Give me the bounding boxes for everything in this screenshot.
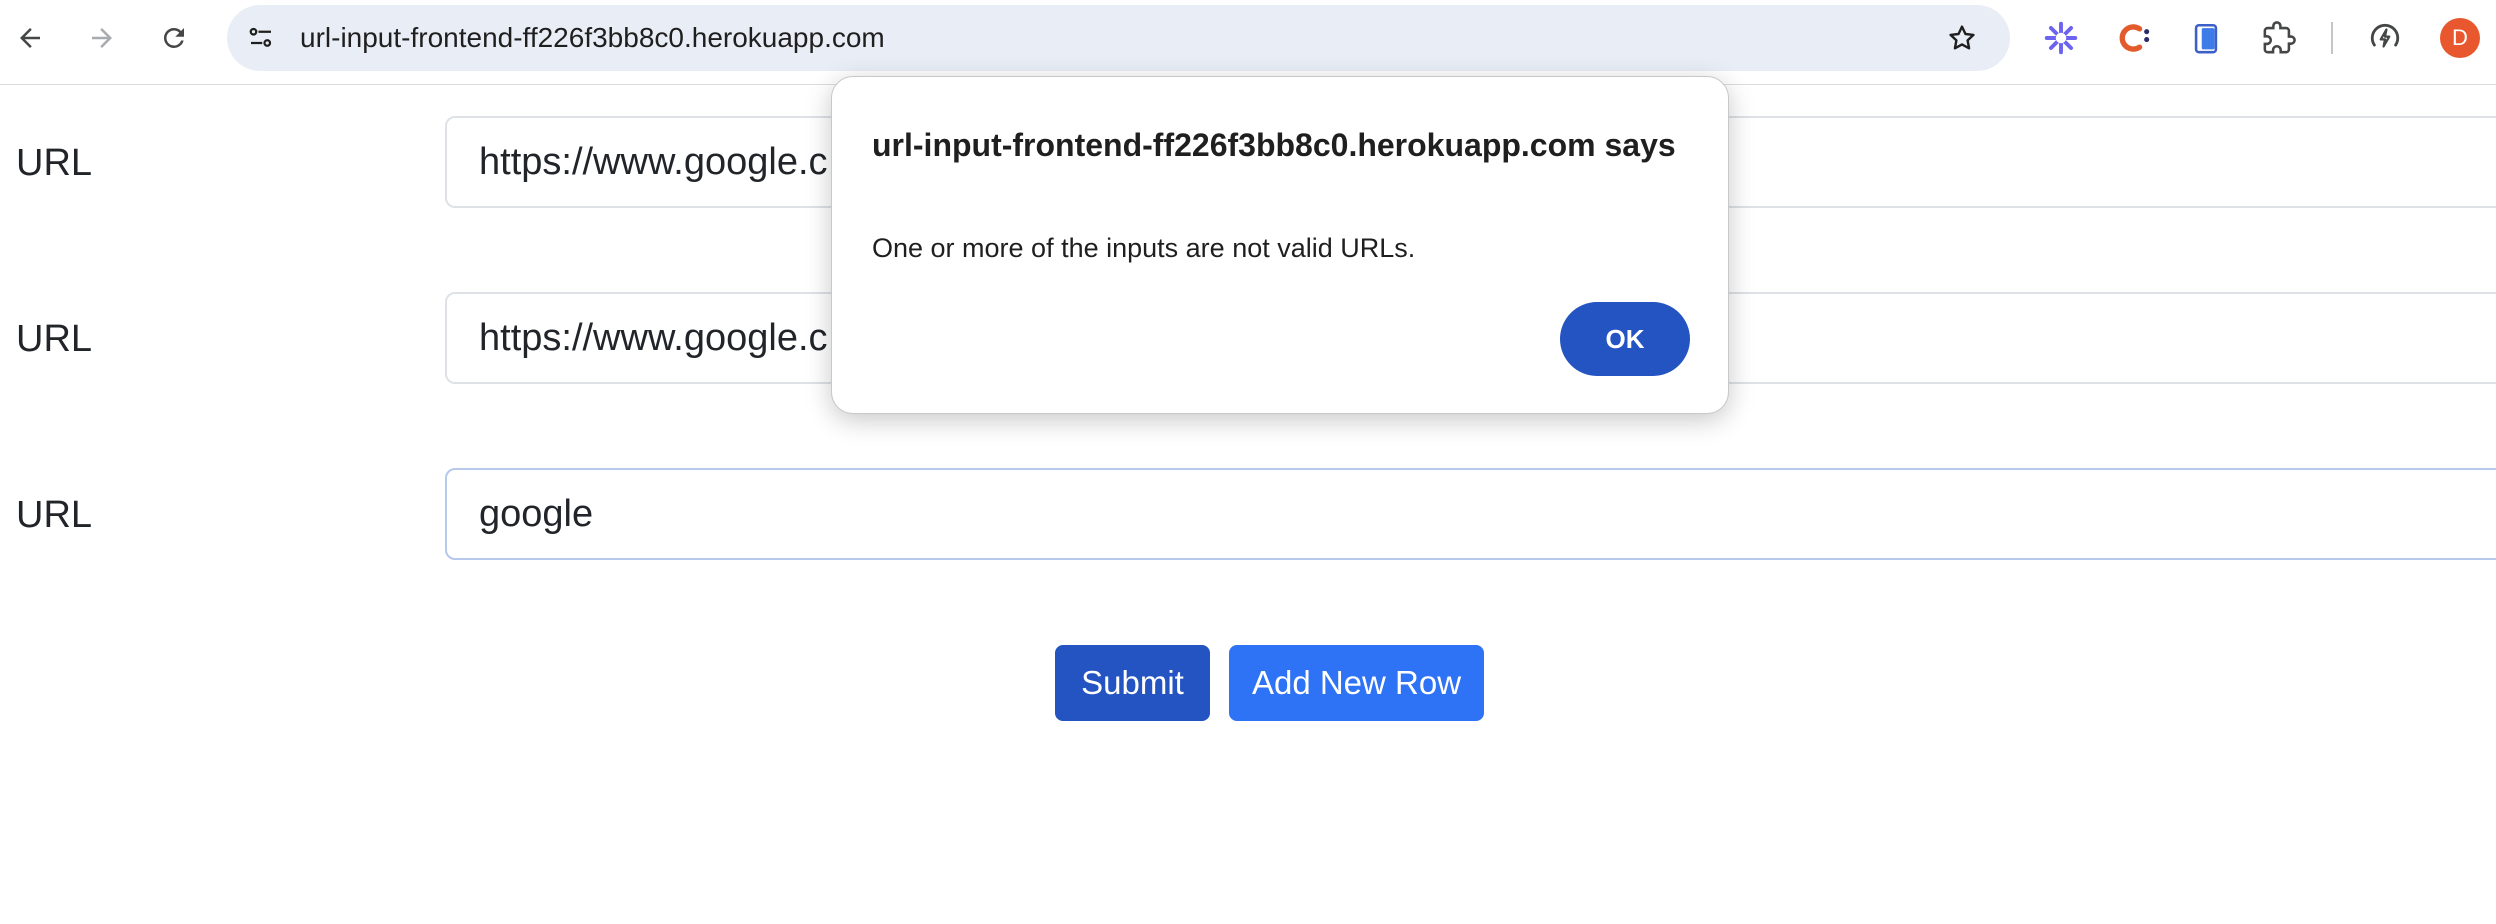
url-row-3-label: URL xyxy=(16,494,93,536)
ok-button[interactable]: OK xyxy=(1560,302,1690,376)
url-row-1-label: URL xyxy=(16,142,93,184)
site-settings-icon[interactable] xyxy=(243,20,279,56)
forward-arrow-icon[interactable] xyxy=(84,20,120,56)
add-new-row-button[interactable]: Add New Row xyxy=(1229,645,1484,721)
alert-dialog: url-input-frontend-ff226f3bb8c0.herokuap… xyxy=(831,76,1729,414)
browser-toolbar: url-input-frontend-ff226f3bb8c0.herokuap… xyxy=(0,0,2496,85)
reload-icon[interactable] xyxy=(156,20,192,56)
c-extension-icon[interactable] xyxy=(2114,18,2154,58)
url-row-3-input[interactable] xyxy=(445,468,2496,560)
sparkle-extension-icon[interactable] xyxy=(2041,18,2081,58)
performance-icon[interactable] xyxy=(2365,18,2405,58)
url-row-2-label: URL xyxy=(16,318,93,360)
submit-button[interactable]: Submit xyxy=(1055,645,1210,721)
address-bar[interactable]: url-input-frontend-ff226f3bb8c0.herokuap… xyxy=(227,5,2010,71)
back-arrow-icon[interactable] xyxy=(12,20,48,56)
profile-avatar[interactable]: D xyxy=(2440,18,2480,58)
clipboard-extension-icon[interactable] xyxy=(2186,18,2226,58)
toolbar-divider xyxy=(2331,22,2333,54)
star-icon[interactable] xyxy=(1944,20,1980,56)
puzzle-extension-icon[interactable] xyxy=(2259,18,2299,58)
dialog-title: url-input-frontend-ff226f3bb8c0.herokuap… xyxy=(872,127,1676,163)
dialog-message: One or more of the inputs are not valid … xyxy=(872,233,1416,263)
address-bar-url[interactable]: url-input-frontend-ff226f3bb8c0.herokuap… xyxy=(300,5,885,71)
